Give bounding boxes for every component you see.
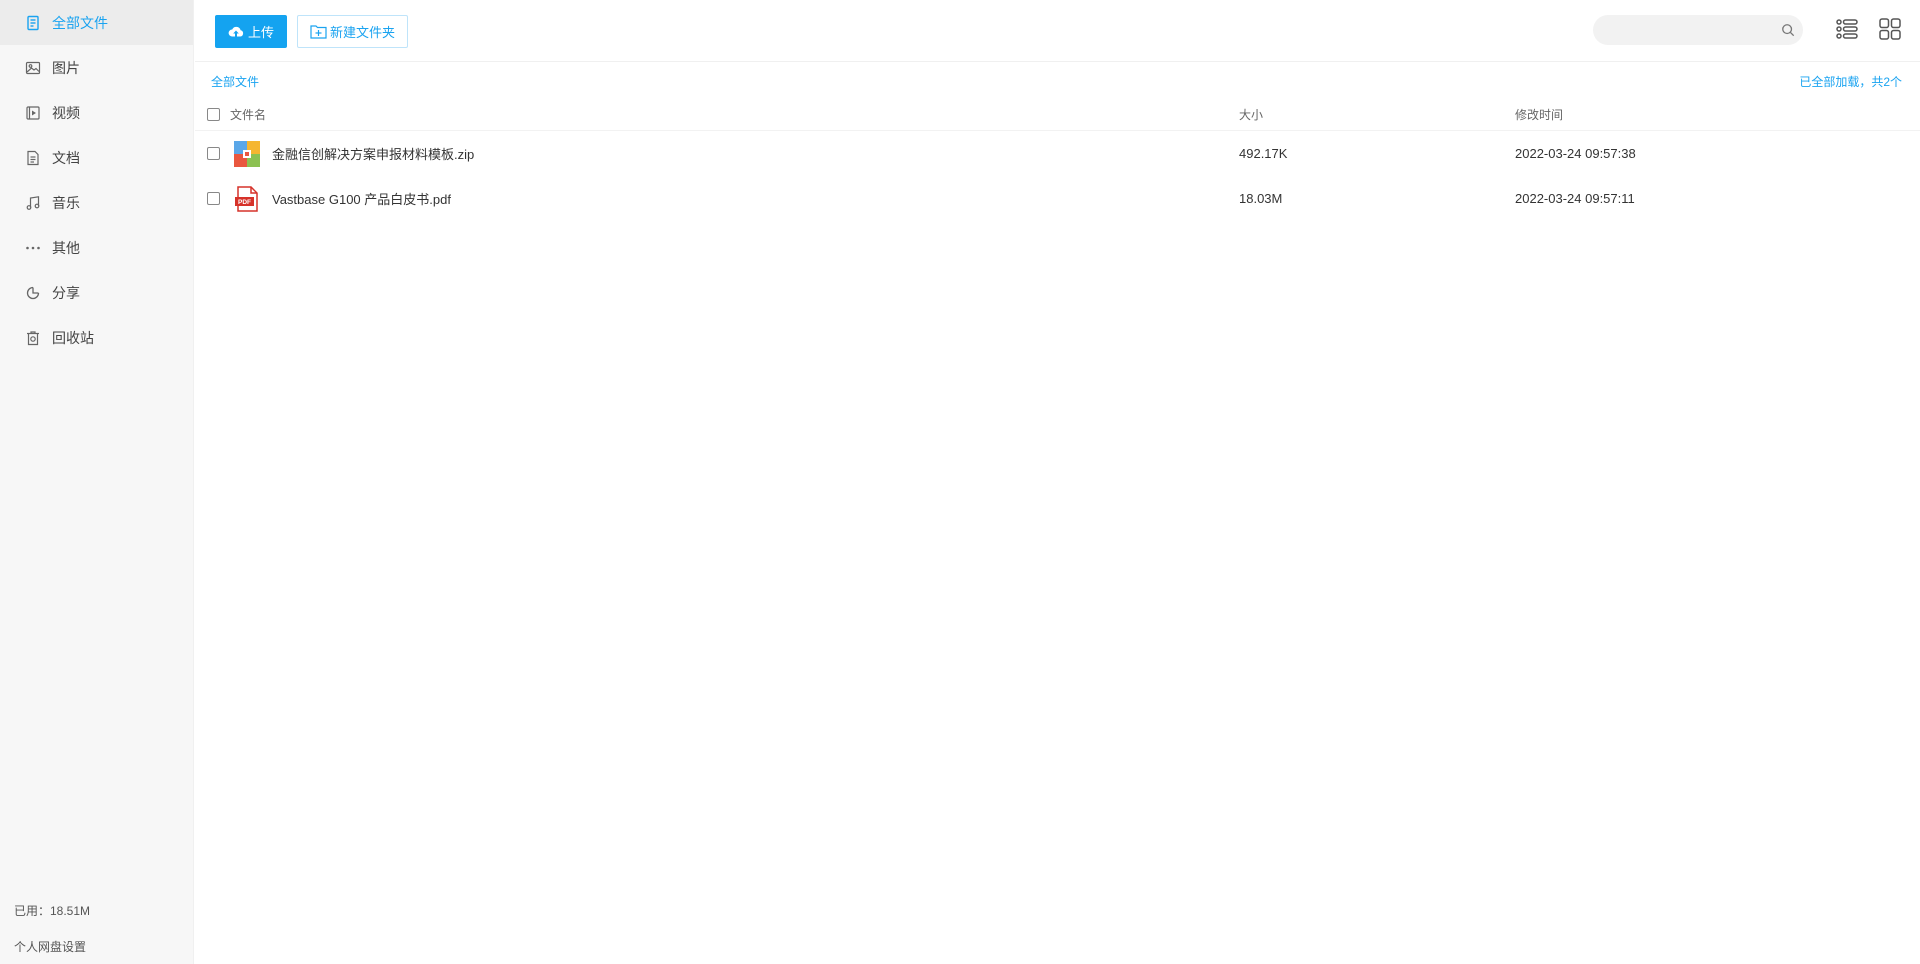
sidebar-nav: 全部文件 图片 视频 文档 音乐 其他 分享 回收站: [0, 0, 193, 360]
sidebar-item-label: 视频: [52, 104, 80, 121]
sidebar-item-label: 文档: [52, 149, 80, 166]
sidebar-item-others[interactable]: 其他: [0, 225, 193, 270]
document-icon: [24, 149, 42, 167]
breadcrumb-bar: 全部文件 已全部加载，共2个: [211, 73, 1902, 89]
more-icon: [24, 239, 42, 257]
sidebar-item-share[interactable]: 分享: [0, 270, 193, 315]
sidebar-item-label: 图片: [52, 59, 80, 76]
row-checkbox[interactable]: [207, 192, 220, 205]
storage-used: 已用：18.51M: [14, 903, 91, 918]
sidebar-item-recycle-bin[interactable]: 回收站: [0, 315, 193, 360]
folder-add-icon: [310, 25, 327, 39]
upload-label: 上传: [247, 25, 274, 40]
music-icon: [24, 194, 42, 212]
pdf-icon: PDF: [235, 185, 258, 212]
svg-text:PDF: PDF: [238, 199, 251, 206]
header-size[interactable]: 大小: [1239, 106, 1515, 123]
sidebar: 全部文件 图片 视频 文档 音乐 其他 分享 回收站 已用：18.51M 个人网…: [0, 0, 194, 964]
settings-link[interactable]: 个人网盘设置: [14, 928, 184, 964]
select-all-checkbox[interactable]: [207, 108, 220, 121]
loaded-status: 已全部加载，共2个: [1799, 75, 1902, 89]
sidebar-item-label: 分享: [52, 284, 80, 301]
search-box: [1593, 15, 1803, 45]
sidebar-item-label: 其他: [52, 239, 80, 256]
sidebar-item-label: 音乐: [52, 194, 80, 211]
sidebar-item-label: 回收站: [52, 329, 94, 346]
zip-icon: [234, 140, 260, 167]
file-name-cell: PDF Vastbase G100 产品白皮书.pdf: [220, 185, 1239, 212]
all-files-icon: [24, 14, 42, 32]
file-time: 2022-03-24 09:57:11: [1515, 191, 1635, 206]
video-icon: [24, 104, 42, 122]
search-input[interactable]: [1593, 15, 1773, 45]
recycle-bin-icon: [24, 329, 42, 347]
upload-button[interactable]: 上传: [215, 15, 287, 48]
cloud-upload-icon: [228, 26, 244, 36]
table-row[interactable]: PDF Vastbase G100 产品白皮书.pdf 18.03M 2022-…: [195, 176, 1920, 221]
toolbar: 上传 新建文件夹: [195, 0, 1920, 62]
sidebar-item-label: 全部文件: [52, 14, 108, 31]
sidebar-item-images[interactable]: 图片: [0, 45, 193, 90]
new-folder-label: 新建文件夹: [329, 25, 395, 40]
row-checkbox[interactable]: [207, 147, 220, 160]
file-name[interactable]: Vastbase G100 产品白皮书.pdf: [272, 189, 451, 208]
file-name-cell: 金融信创解决方案申报材料模板.zip: [220, 140, 1239, 167]
sidebar-item-documents[interactable]: 文档: [0, 135, 193, 180]
file-time: 2022-03-24 09:57:38: [1515, 146, 1636, 161]
breadcrumb[interactable]: 全部文件: [211, 73, 259, 90]
header-name[interactable]: 文件名: [220, 106, 1239, 123]
table-row[interactable]: 金融信创解决方案申报材料模板.zip 492.17K 2022-03-24 09…: [195, 131, 1920, 176]
file-table: 文件名 大小 修改时间 金融信创解决方案申报材料模板.zip 492.17K 2…: [195, 99, 1920, 221]
main-content: 上传 新建文件夹 全部文件 已全部加载，共2个 文件名 大小 修改时间 金融信创…: [195, 0, 1920, 964]
header-time[interactable]: 修改时间: [1515, 106, 1920, 123]
share-icon: [24, 284, 42, 302]
file-name[interactable]: 金融信创解决方案申报材料模板.zip: [272, 144, 474, 163]
search-icon[interactable]: [1773, 23, 1803, 37]
sidebar-item-music[interactable]: 音乐: [0, 180, 193, 225]
file-size: 18.03M: [1239, 191, 1283, 206]
sidebar-item-videos[interactable]: 视频: [0, 90, 193, 135]
grid-view-icon[interactable]: [1878, 17, 1902, 41]
file-size: 492.17K: [1239, 146, 1288, 161]
list-view-icon[interactable]: [1835, 17, 1859, 41]
sidebar-item-all-files[interactable]: 全部文件: [0, 0, 193, 45]
new-folder-button[interactable]: 新建文件夹: [297, 15, 408, 48]
image-icon: [24, 59, 42, 77]
sidebar-footer: 已用：18.51M 个人网盘设置: [14, 892, 184, 964]
table-header: 文件名 大小 修改时间: [195, 99, 1920, 131]
